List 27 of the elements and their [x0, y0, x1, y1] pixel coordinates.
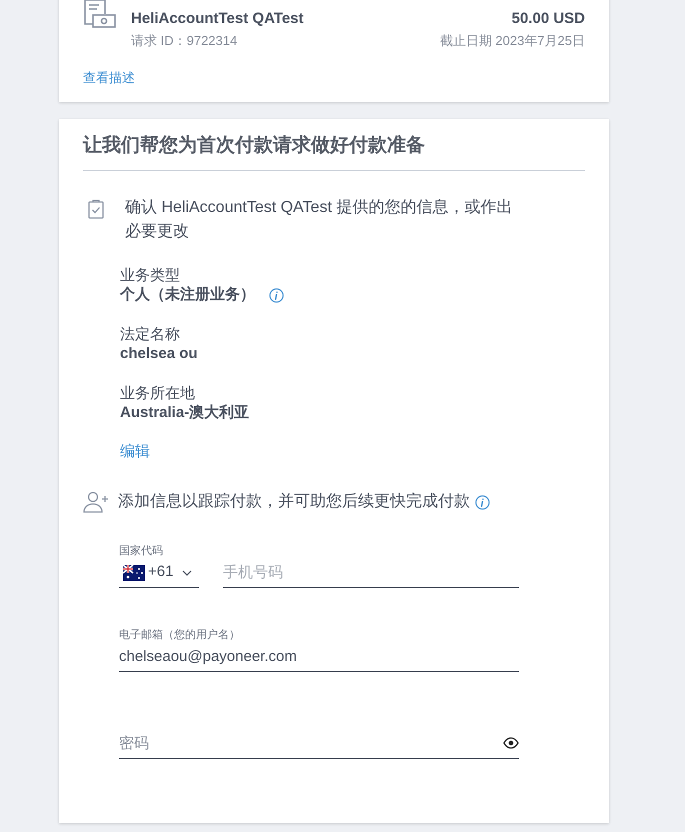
chevron-down-icon — [182, 570, 192, 576]
email-field[interactable]: chelseaou@payoneer.com — [119, 642, 519, 672]
add-user-icon — [83, 491, 109, 513]
info-icon[interactable] — [475, 494, 490, 510]
detail-label: 业务类型 — [120, 266, 180, 285]
detail-value: Australia-澳大利亚 — [120, 403, 250, 423]
phone-field[interactable]: 手机号码 — [223, 558, 519, 588]
request-id: 请求 ID：9722314 — [131, 32, 238, 50]
country-code-label: 国家代码 — [119, 544, 164, 558]
amount: 50.00 USD — [512, 9, 585, 29]
add-info-message: 添加信息以跟踪付款，并可助您后续更快完成付款 — [118, 492, 470, 512]
country-code-select[interactable]: +61 — [119, 558, 199, 588]
detail-label: 业务所在地 — [120, 384, 195, 403]
section-title: 让我们帮您为首次付款请求做好付款准备 — [83, 133, 585, 171]
due-date: 截止日期 2023年7月25日 — [440, 32, 585, 50]
flag-icon — [123, 564, 145, 580]
email-label: 电子邮箱（您的用户名） — [119, 628, 241, 642]
info-icon[interactable] — [269, 288, 284, 302]
confirm-message: 确认 HeliAccountTest QATest 提供的您的信息，或作出必要更改 — [125, 198, 514, 242]
detail-label: 法定名称 — [120, 325, 180, 344]
invoice-icon — [83, 0, 117, 30]
payer-name: HeliAccountTest QATest — [131, 9, 304, 29]
clipboard-check-icon — [88, 199, 104, 219]
detail-value: 个人（未注册业务） — [120, 285, 255, 305]
detail-value: chelsea ou — [120, 344, 198, 364]
password-field[interactable]: 密码 — [119, 728, 519, 759]
eye-icon[interactable] — [503, 737, 519, 749]
